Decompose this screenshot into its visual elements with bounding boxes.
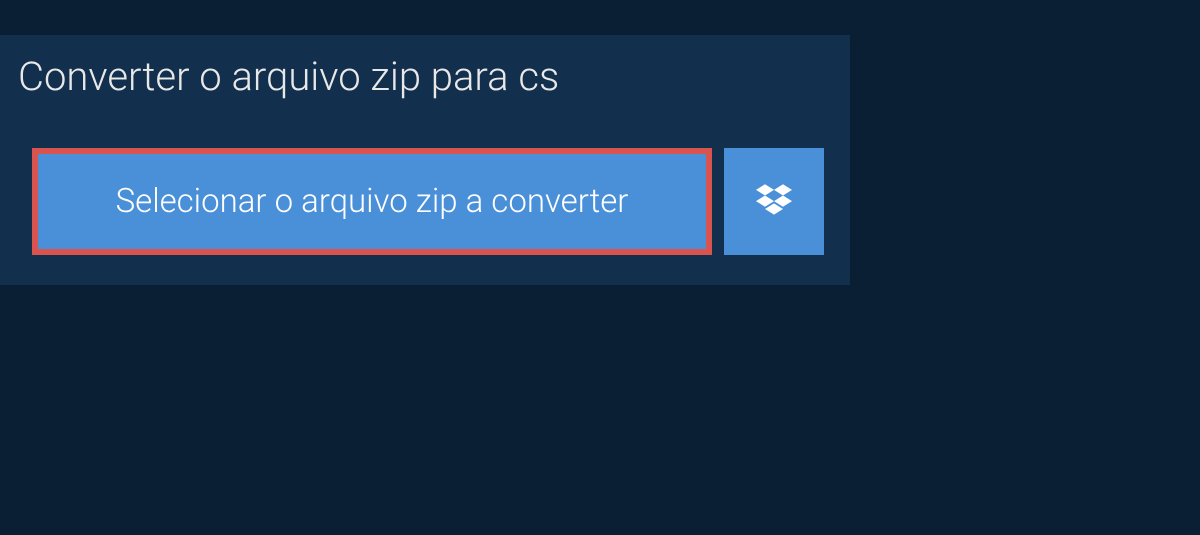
action-row: Selecionar o arquivo zip a converter (32, 148, 850, 255)
converter-panel: Converter o arquivo zip para cs Selecion… (0, 35, 850, 285)
select-file-label: Selecionar o arquivo zip a converter (116, 182, 629, 221)
dropbox-icon (756, 182, 792, 222)
dropbox-button[interactable] (724, 148, 824, 255)
select-file-button[interactable]: Selecionar o arquivo zip a converter (32, 148, 712, 255)
title-container: Converter o arquivo zip para cs (0, 35, 589, 120)
page-title: Converter o arquivo zip para cs (18, 53, 559, 100)
